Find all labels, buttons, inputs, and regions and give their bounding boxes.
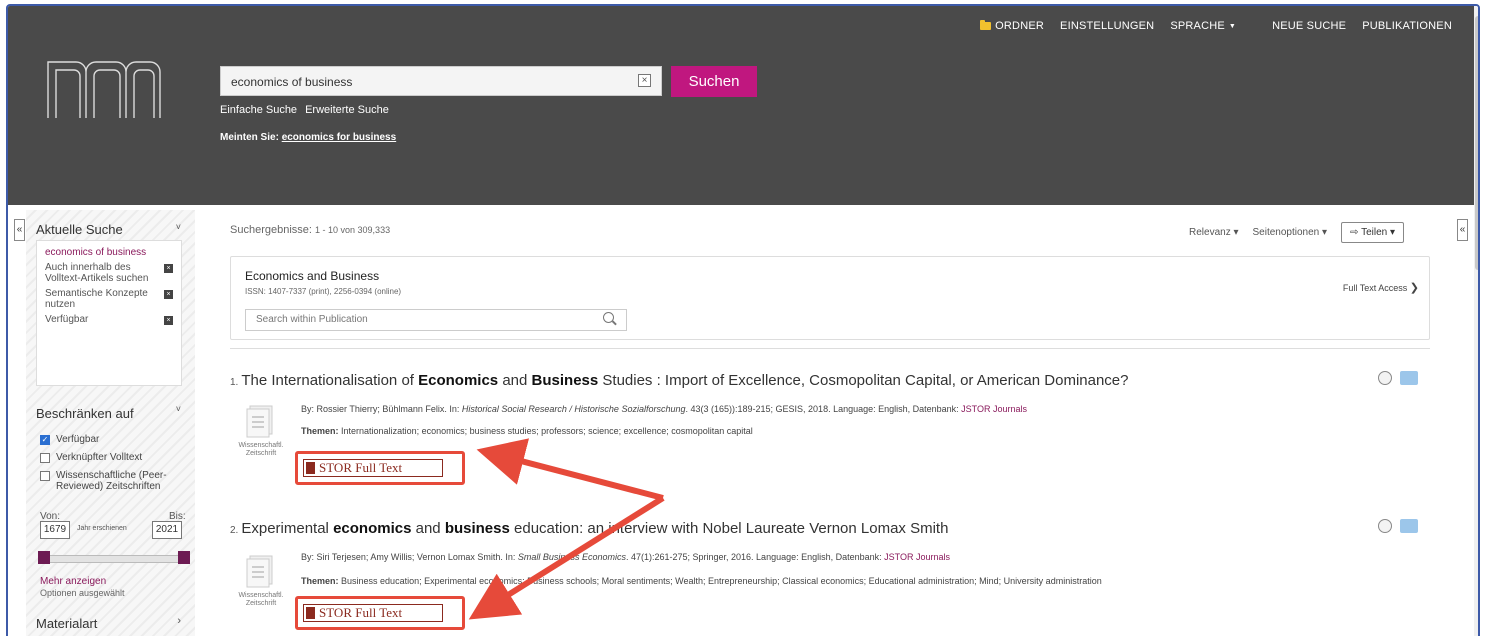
full-text-access-toggle[interactable]: Full Text Access ❯ xyxy=(1343,281,1419,294)
scrollbar[interactable] xyxy=(1474,6,1478,636)
slider-handle-left[interactable] xyxy=(38,551,50,564)
filter-item: Auch innerhalb des Volltext-Artikels suc… xyxy=(45,262,173,284)
divider xyxy=(230,348,1430,349)
result-count: Suchergebnisse: 1 - 10 von 309,333 xyxy=(230,224,391,236)
collapse-left-icon[interactable]: « xyxy=(14,219,25,241)
document-icon xyxy=(246,405,273,438)
chevron-down-icon[interactable]: ˅ xyxy=(176,404,181,414)
search-button[interactable]: Suchen xyxy=(671,66,757,97)
nav-sprache[interactable]: SPRACHE ▼ xyxy=(1170,20,1236,32)
filter-item: Semantische Konzepte nutzen × xyxy=(45,288,173,310)
checkbox-volltext[interactable]: Verknüpfter Volltext xyxy=(40,452,142,463)
document-type: Wissenschaftl. Zeitschrift xyxy=(238,592,284,607)
did-you-mean: Meinten Sie: economics for business xyxy=(220,132,397,143)
nav-ordner[interactable]: ORDNER xyxy=(980,20,1044,32)
year-label: Jahr erschienen xyxy=(77,525,127,532)
document-icon xyxy=(246,555,273,588)
current-term: economics of business xyxy=(45,247,147,258)
top-navigation: ORDNER EINSTELLUNGEN SPRACHE ▼ NEUE SUCHE… xyxy=(964,20,1452,32)
share-button[interactable]: ⇨ Teilen ▾ xyxy=(1341,222,1405,243)
collapse-right-icon[interactable]: « xyxy=(1457,219,1468,241)
show-more-link[interactable]: Mehr anzeigen xyxy=(40,576,106,587)
chevron-right-icon[interactable]: › xyxy=(177,615,181,627)
sort-dropdown[interactable]: Relevanz ▾ xyxy=(1189,227,1239,238)
current-search-box: economics of business Auch innerhalb des… xyxy=(36,240,182,386)
remove-icon[interactable]: × xyxy=(164,316,173,325)
material-heading[interactable]: Materialart xyxy=(36,616,97,631)
checkbox-verfuegbar[interactable]: ✓ Verfügbar xyxy=(40,434,99,445)
simple-search-link[interactable]: Einfache Suche xyxy=(220,104,297,116)
page-options-dropdown[interactable]: Seitenoptionen ▾ xyxy=(1253,227,1328,238)
nav-publikationen[interactable]: PUBLIKATIONEN xyxy=(1362,20,1452,32)
nav-einstellungen[interactable]: EINSTELLUNGEN xyxy=(1060,20,1154,32)
result-themes: Themen: Business education; Experimental… xyxy=(301,576,1102,586)
filter-item: Verfügbar × xyxy=(45,314,173,325)
caret-down-icon: ▼ xyxy=(1228,22,1237,30)
chevron-down-icon: ❯ xyxy=(1409,282,1419,294)
year-to-input[interactable]: 2021 xyxy=(152,521,182,539)
search-mode-links: Einfache Suche Erweiterte Suche xyxy=(220,104,397,116)
folder-icon xyxy=(980,20,992,30)
did-you-mean-link[interactable]: economics for business xyxy=(282,132,396,143)
document-type: Wissenschaftl. Zeitschrift xyxy=(238,442,284,457)
jstor-logo-icon xyxy=(306,462,315,474)
slider-handle-right[interactable] xyxy=(178,551,190,564)
checkbox[interactable] xyxy=(40,453,50,463)
result-actions xyxy=(1378,371,1418,385)
jstor-fulltext-link[interactable]: STOR Full Text xyxy=(303,604,443,622)
remove-icon[interactable]: × xyxy=(164,290,173,299)
checkbox-peer-reviewed[interactable]: Wissenschaftliche (Peer-Reviewed) Zeitsc… xyxy=(40,470,180,492)
year-from-input[interactable]: 1679 xyxy=(40,521,70,539)
result-meta: By: Rossier Thierry; Bühlmann Felix. In:… xyxy=(301,404,1028,414)
checkbox[interactable]: ✓ xyxy=(40,435,50,445)
result-title[interactable]: 2. Experimental economics and business ed… xyxy=(230,520,948,537)
arrow-up xyxy=(476,438,664,501)
search-icon[interactable] xyxy=(603,312,614,323)
sidebar: Aktuelle Suche ˅ economics of business A… xyxy=(26,210,195,636)
publication-box: Economics and Business ISSN: 1407-7337 (… xyxy=(230,256,1430,340)
search-input[interactable]: economics of business xyxy=(220,66,662,96)
nav-neue-suche[interactable]: NEUE SUCHE xyxy=(1272,20,1346,32)
year-slider[interactable] xyxy=(44,555,188,563)
logo[interactable] xyxy=(46,58,174,120)
checkbox[interactable] xyxy=(40,471,50,481)
jstor-logo-icon xyxy=(306,607,315,619)
result-title[interactable]: 1. The Internationalisation of Economics … xyxy=(230,372,1129,389)
clear-icon[interactable]: × xyxy=(638,74,651,87)
chevron-down-icon[interactable]: ˅ xyxy=(176,222,181,232)
add-to-folder-icon[interactable] xyxy=(1400,519,1418,533)
advanced-search-link[interactable]: Erweiterte Suche xyxy=(305,104,389,116)
preview-icon[interactable] xyxy=(1378,371,1392,385)
header: ORDNER EINSTELLUNGEN SPRACHE ▼ NEUE SUCHE… xyxy=(8,6,1474,205)
publication-issn: ISSN: 1407-7337 (print), 2256-0394 (onli… xyxy=(245,287,402,296)
result-actions xyxy=(1378,519,1418,533)
remove-icon[interactable]: × xyxy=(164,264,173,273)
options-selected: Optionen ausgewählt xyxy=(40,588,125,598)
scrollbar-thumb[interactable] xyxy=(1475,16,1478,270)
publication-search-input[interactable]: Search within Publication xyxy=(245,309,627,331)
current-search-heading[interactable]: Aktuelle Suche xyxy=(36,222,123,237)
jstor-fulltext-link[interactable]: STOR Full Text xyxy=(303,459,443,477)
share-icon: ⇨ xyxy=(1350,227,1359,238)
result-controls: Relevanz ▾ Seitenoptionen ▾ ⇨ Teilen ▾ xyxy=(1189,222,1405,243)
add-to-folder-icon[interactable] xyxy=(1400,371,1418,385)
result-themes: Themen: Internationalization; economics;… xyxy=(301,426,753,436)
publication-title[interactable]: Economics and Business xyxy=(245,269,379,283)
browser-frame: ORDNER EINSTELLUNGEN SPRACHE ▼ NEUE SUCHE… xyxy=(6,4,1480,636)
result-meta: By: Siri Terjesen; Amy Willis; Vernon Lo… xyxy=(301,552,951,562)
limit-heading[interactable]: Beschränken auf xyxy=(36,406,134,421)
preview-icon[interactable] xyxy=(1378,519,1392,533)
